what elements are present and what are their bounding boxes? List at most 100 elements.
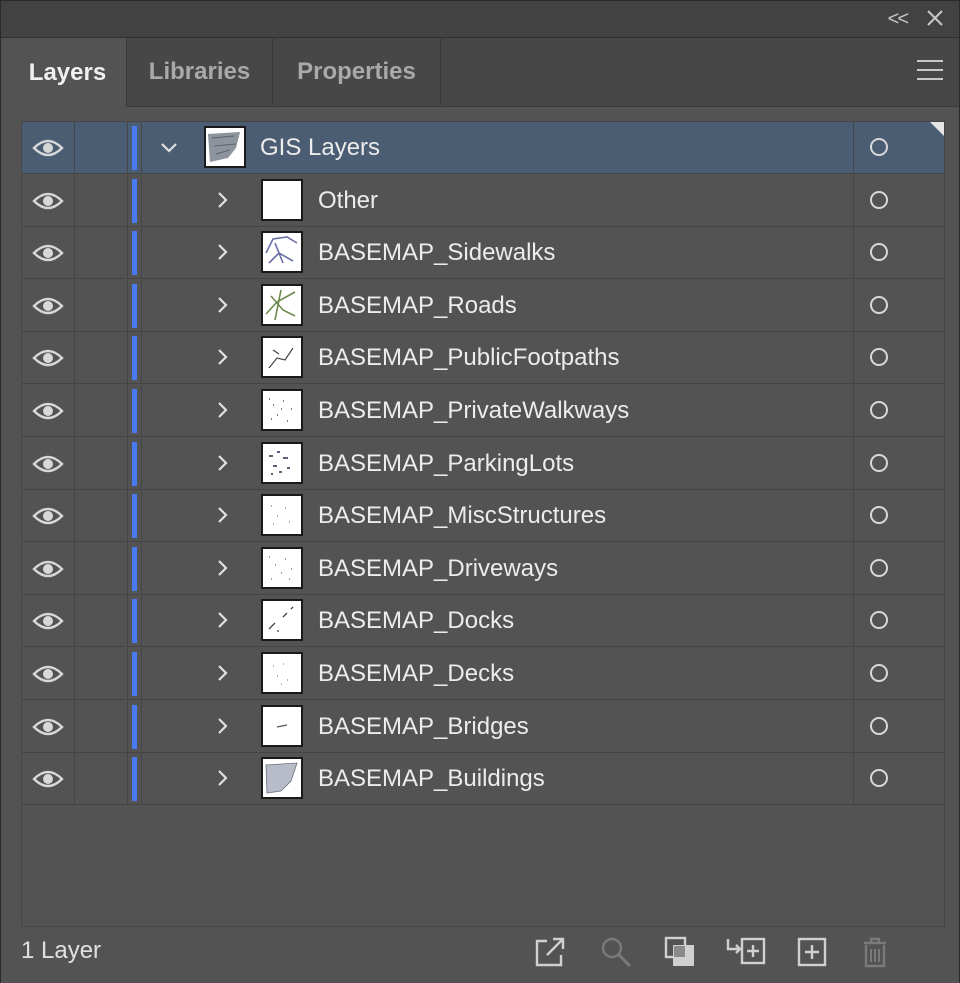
delete-icon[interactable] — [858, 935, 892, 969]
chevron-right-icon[interactable] — [210, 398, 234, 422]
visibility-toggle[interactable] — [22, 648, 75, 699]
target-circle-icon[interactable] — [870, 769, 888, 787]
panel-menu-icon[interactable] — [917, 60, 943, 82]
layer-row[interactable]: BASEMAP_Bridges — [22, 701, 944, 753]
target-circle-icon[interactable] — [870, 348, 888, 366]
layer-name[interactable]: BASEMAP_PublicFootpaths — [318, 332, 620, 384]
layer-thumbnail[interactable] — [261, 179, 303, 221]
new-layer-icon[interactable] — [796, 935, 830, 969]
visibility-toggle[interactable] — [22, 753, 75, 804]
lock-toggle[interactable] — [75, 385, 128, 436]
create-sublayer-icon[interactable] — [726, 935, 766, 969]
chevron-right-icon[interactable] — [210, 188, 234, 212]
tab-properties[interactable]: Properties — [273, 38, 441, 105]
layer-name[interactable]: BASEMAP_Docks — [318, 595, 514, 647]
chevron-right-icon[interactable] — [210, 345, 234, 369]
layer-name[interactable]: BASEMAP_Roads — [318, 280, 517, 332]
layer-thumbnail[interactable] — [261, 705, 303, 747]
layer-row-gis-layers[interactable]: GIS Layers — [22, 122, 944, 174]
visibility-toggle[interactable] — [22, 701, 75, 752]
target-circle-icon[interactable] — [870, 611, 888, 629]
target-circle-icon[interactable] — [870, 454, 888, 472]
layer-name[interactable]: BASEMAP_Sidewalks — [318, 227, 555, 279]
layer-thumbnail[interactable] — [261, 231, 303, 273]
layer-row[interactable]: BASEMAP_Roads — [22, 280, 944, 332]
visibility-toggle[interactable] — [22, 438, 75, 489]
target-circle-icon[interactable] — [870, 559, 888, 577]
layer-name[interactable]: GIS Layers — [260, 122, 380, 174]
lock-toggle[interactable] — [75, 648, 128, 699]
visibility-toggle[interactable] — [22, 490, 75, 541]
visibility-toggle[interactable] — [22, 175, 75, 226]
close-icon[interactable] — [923, 6, 947, 30]
chevron-right-icon[interactable] — [210, 451, 234, 475]
chevron-right-icon[interactable] — [210, 240, 234, 264]
layer-name[interactable]: BASEMAP_Decks — [318, 648, 514, 700]
chevron-right-icon[interactable] — [210, 503, 234, 527]
target-circle-icon[interactable] — [870, 138, 888, 156]
layer-row[interactable]: BASEMAP_Driveways — [22, 543, 944, 595]
lock-toggle[interactable] — [75, 175, 128, 226]
chevron-right-icon[interactable] — [210, 714, 234, 738]
chevron-right-icon[interactable] — [210, 556, 234, 580]
layer-thumbnail[interactable] — [261, 442, 303, 484]
chevron-right-icon[interactable] — [210, 766, 234, 790]
target-circle-icon[interactable] — [870, 243, 888, 261]
visibility-toggle[interactable] — [22, 595, 75, 646]
layer-name[interactable]: BASEMAP_PrivateWalkways — [318, 385, 629, 437]
layer-thumbnail[interactable] — [261, 389, 303, 431]
layer-thumbnail[interactable] — [261, 757, 303, 799]
layer-row[interactable]: BASEMAP_ParkingLots — [22, 438, 944, 490]
visibility-toggle[interactable] — [22, 332, 75, 383]
layer-thumbnail[interactable] — [204, 126, 246, 168]
chevron-right-icon[interactable] — [210, 293, 234, 317]
layer-row[interactable]: BASEMAP_Docks — [22, 595, 944, 647]
layer-name[interactable]: BASEMAP_Buildings — [318, 753, 545, 805]
lock-toggle[interactable] — [75, 595, 128, 646]
make-clipping-mask-icon[interactable] — [663, 935, 697, 969]
visibility-toggle[interactable] — [22, 227, 75, 278]
layer-thumbnail[interactable] — [261, 284, 303, 326]
layer-row[interactable]: BASEMAP_Decks — [22, 648, 944, 700]
lock-toggle[interactable] — [75, 490, 128, 541]
lock-toggle[interactable] — [75, 438, 128, 489]
layer-thumbnail[interactable] — [261, 599, 303, 641]
lock-toggle[interactable] — [75, 280, 128, 331]
lock-toggle[interactable] — [75, 701, 128, 752]
visibility-toggle[interactable] — [22, 122, 75, 173]
layer-name[interactable]: BASEMAP_Bridges — [318, 701, 529, 753]
layer-thumbnail[interactable] — [261, 547, 303, 589]
target-circle-icon[interactable] — [870, 717, 888, 735]
lock-toggle[interactable] — [75, 332, 128, 383]
target-circle-icon[interactable] — [870, 401, 888, 419]
search-icon[interactable] — [599, 935, 633, 969]
layer-name[interactable]: BASEMAP_MiscStructures — [318, 490, 606, 542]
layer-row[interactable]: BASEMAP_Sidewalks — [22, 227, 944, 279]
layer-row[interactable]: Other — [22, 175, 944, 227]
layer-name[interactable]: Other — [318, 175, 378, 227]
visibility-toggle[interactable] — [22, 280, 75, 331]
layer-row[interactable]: BASEMAP_Buildings — [22, 753, 944, 805]
tab-layers[interactable]: Layers — [9, 38, 127, 107]
layer-name[interactable]: BASEMAP_Driveways — [318, 543, 558, 595]
target-circle-icon[interactable] — [870, 664, 888, 682]
lock-toggle[interactable] — [75, 227, 128, 278]
layer-name[interactable]: BASEMAP_ParkingLots — [318, 438, 574, 490]
tab-libraries[interactable]: Libraries — [127, 38, 273, 105]
collapse-panel-icon[interactable]: << — [888, 7, 909, 31]
visibility-toggle[interactable] — [22, 543, 75, 594]
export-icon[interactable] — [533, 935, 567, 969]
lock-toggle[interactable] — [75, 753, 128, 804]
layer-thumbnail[interactable] — [261, 494, 303, 536]
visibility-toggle[interactable] — [22, 385, 75, 436]
layer-row[interactable]: BASEMAP_PublicFootpaths — [22, 332, 944, 384]
target-circle-icon[interactable] — [870, 296, 888, 314]
lock-toggle[interactable] — [75, 122, 128, 173]
layer-thumbnail[interactable] — [261, 336, 303, 378]
layer-thumbnail[interactable] — [261, 652, 303, 694]
lock-toggle[interactable] — [75, 543, 128, 594]
layer-row[interactable]: BASEMAP_PrivateWalkways — [22, 385, 944, 437]
chevron-down-icon[interactable] — [157, 135, 181, 159]
chevron-right-icon[interactable] — [210, 661, 234, 685]
target-circle-icon[interactable] — [870, 506, 888, 524]
